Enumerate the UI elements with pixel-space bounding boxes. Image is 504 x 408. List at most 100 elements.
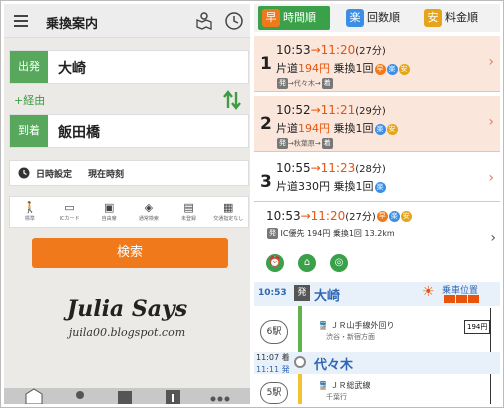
- arrival-tag: 到着: [10, 115, 48, 147]
- results-screen: 早時間順 楽回数順 安料金順 1 10:53→11:20(27分) 片道194円…: [254, 4, 500, 404]
- search-button[interactable]: 検索: [32, 238, 228, 268]
- ic-card-icon: ▭: [64, 201, 75, 214]
- depart-badge-icon: 発: [294, 285, 310, 301]
- departure-tag: 出発: [10, 51, 48, 83]
- fare-chip: 194円: [464, 320, 491, 334]
- nav-pin-icon[interactable]: [72, 388, 88, 404]
- train-line: 🚆 ＪＲ総武線: [318, 381, 371, 390]
- chevron-right-icon: ›: [488, 170, 494, 186]
- search-options: 🚶 標準 ▭ ICカード ▣ 自由席 ◈ 通常検索 ▤ 未登録 ▦ 交通指定なし: [9, 196, 249, 228]
- bus-icon: ▤: [183, 201, 194, 214]
- nav-home-icon[interactable]: [22, 388, 46, 404]
- departure-time: 10:53: [258, 288, 287, 298]
- start-icon: 発: [267, 228, 278, 239]
- arrival-field[interactable]: 到着 飯田橋: [9, 114, 249, 148]
- tab-label: 回数順: [367, 11, 400, 24]
- route-icon: ◈: [144, 201, 154, 214]
- watermark-url: juila00.blogspot.com: [68, 326, 186, 339]
- transfer-row: 11:07 着 11:11 発 代々木: [254, 352, 500, 374]
- option-seat[interactable]: ▣ 自由席: [89, 197, 129, 227]
- seat-icon: ▣: [103, 201, 115, 214]
- option-standard[interactable]: 🚶 標準: [10, 197, 50, 227]
- departure-station: 大崎: [314, 289, 341, 304]
- walk-icon: 🚶: [22, 201, 37, 214]
- transfer-station: 代々木: [314, 358, 354, 373]
- datetime-value: 現在時刻: [88, 170, 125, 180]
- route-fare: 片道194円 乗換1回早楽安: [276, 62, 410, 75]
- train-line: 🚆 ＪＲ山手線外回り: [318, 321, 395, 330]
- sun-icon: ☀: [422, 284, 435, 300]
- chevron-right-icon: ›: [490, 230, 496, 246]
- target-icon[interactable]: ◎: [330, 254, 348, 272]
- start-icon: 発: [277, 138, 288, 149]
- stop-count: 6駅: [260, 320, 288, 344]
- option-label: 通常検索: [138, 216, 159, 222]
- route-item[interactable]: 2 10:52→11:21(29分) 片道194円 乗換1回楽安 発 →秋葉原→ 着…: [254, 96, 500, 152]
- map-icon[interactable]: ⌂: [298, 254, 316, 272]
- datetime-label: 日時設定: [36, 170, 73, 180]
- route-number: 1: [260, 54, 272, 74]
- history-icon[interactable]: [224, 11, 244, 31]
- option-bus[interactable]: ▤ 未登録: [169, 197, 209, 227]
- train-direction: 千葉行: [326, 393, 347, 401]
- app-title: 乗換案内: [46, 17, 99, 32]
- nav-info-icon[interactable]: [164, 388, 182, 404]
- easy-icon: 楽: [388, 211, 400, 222]
- chevron-right-icon: ›: [488, 54, 494, 70]
- nav-more-icon[interactable]: [208, 388, 232, 404]
- route-time: 10:53→11:20(27分): [276, 43, 386, 57]
- fast-icon: 早: [374, 63, 386, 75]
- detail-time: 10:53→11:20(27分) 早楽安: [266, 209, 412, 223]
- datetime-setting[interactable]: 日時設定 現在時刻: [9, 160, 249, 186]
- route-fare: 片道330円 乗換1回楽: [276, 180, 386, 193]
- tab-label: 時間順: [283, 11, 316, 24]
- cheap-icon: 安: [400, 211, 412, 222]
- app-header: 乗換案内: [4, 4, 250, 38]
- option-route[interactable]: ◈ 通常検索: [129, 197, 169, 227]
- option-transport[interactable]: ▦ 交通指定なし: [208, 197, 248, 227]
- add-via-link[interactable]: +経由: [14, 92, 45, 108]
- stop-count: 5駅: [260, 382, 288, 404]
- car-icon: ▦: [222, 201, 234, 214]
- tab-by-transfers[interactable]: 楽回数順: [346, 6, 418, 30]
- route-detail-card[interactable]: 10:53→11:20(27分) 早楽安 発 IC優先 194円 乗換1回 13.…: [254, 204, 500, 276]
- route-item[interactable]: 3 10:55→11:23(28分) 片道330円 乗換1回楽 ›: [254, 156, 500, 202]
- departure-value: 大崎: [58, 61, 86, 77]
- swap-icon[interactable]: [222, 88, 242, 112]
- tab-by-fare[interactable]: 安料金順: [424, 6, 496, 30]
- easy-badge-icon: 楽: [346, 9, 364, 27]
- cheap-icon: 安: [398, 63, 410, 75]
- departure-time-2: 11:11 発: [256, 365, 290, 374]
- route-number: 3: [260, 172, 272, 192]
- route-item[interactable]: 1 10:53→11:20(27分) 片道194円 乗換1回早楽安 発 →代々木→…: [254, 36, 500, 92]
- fast-badge-icon: 早: [262, 9, 280, 27]
- route-via: 発 →代々木→ 着: [277, 78, 333, 89]
- detail-info: 発 IC優先 194円 乗換1回 13.2km: [267, 228, 395, 239]
- bottom-nav: [4, 388, 250, 404]
- menu-icon[interactable]: [14, 15, 28, 27]
- train-direction: 渋谷・新宿方面: [326, 333, 375, 341]
- route-time: 10:52→11:21(29分): [276, 103, 386, 117]
- cheap-badge-icon: 安: [424, 9, 442, 27]
- option-ic-card[interactable]: ▭ ICカード: [50, 197, 90, 227]
- map-icon[interactable]: [194, 11, 214, 31]
- option-label: ICカード: [59, 216, 80, 222]
- option-label: 未登録: [181, 216, 197, 222]
- departure-field[interactable]: 出発 大崎: [9, 50, 249, 84]
- nav-timetable-icon[interactable]: [116, 388, 134, 404]
- search-screen: 乗換案内 出発 大崎 +経由 到着 飯田橋 日時設定 現在時刻 🚶 標準 ▭ I…: [4, 4, 250, 404]
- alarm-icon[interactable]: ⏰: [266, 254, 284, 272]
- line-segment-yellow: [298, 374, 302, 404]
- option-label: 標準: [24, 216, 35, 222]
- line-segment-green: [298, 306, 302, 352]
- tab-by-time[interactable]: 早時間順: [258, 6, 330, 30]
- route-via: 発 →秋葉原→ 着: [277, 138, 333, 149]
- transfer-dot: [294, 356, 306, 368]
- option-label: 交通指定なし: [213, 216, 244, 222]
- cheap-icon: 安: [386, 123, 398, 135]
- clock-icon: [18, 167, 30, 179]
- arrival-time: 11:07 着: [256, 353, 290, 362]
- goal-icon: 着: [321, 138, 333, 149]
- route-time: 10:55→11:23(28分): [276, 161, 386, 175]
- route-number: 2: [260, 114, 272, 134]
